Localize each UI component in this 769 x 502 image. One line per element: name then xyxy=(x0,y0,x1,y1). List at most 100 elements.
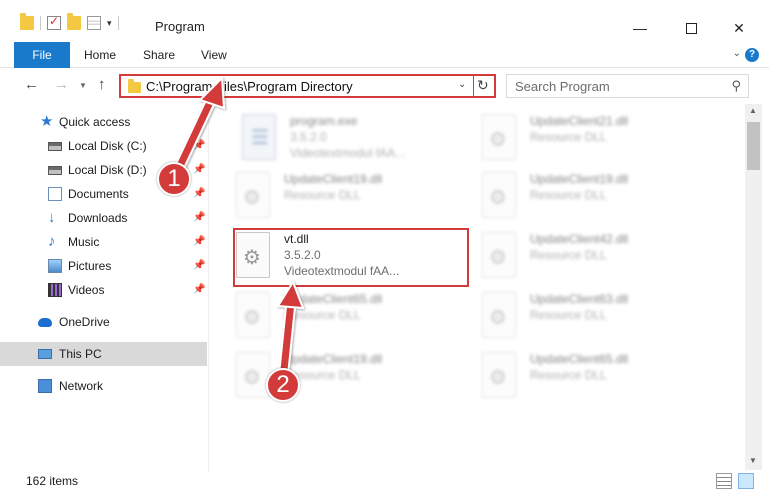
file-item[interactable]: UpdateClient65.dll Resource DLL xyxy=(482,350,722,406)
new-folder-icon[interactable] xyxy=(67,13,81,30)
tab-view[interactable]: View xyxy=(201,42,227,68)
network-icon xyxy=(38,379,52,393)
file-name: UpdateClient65.dll xyxy=(284,292,383,306)
tiles-view-icon[interactable] xyxy=(738,473,754,489)
file-detail: 3.5.2.0 xyxy=(290,130,327,144)
file-name: UpdateClient65.dll xyxy=(530,352,629,366)
minimize-button[interactable]: — xyxy=(617,14,663,42)
sidebar-item-label: Network xyxy=(59,379,104,393)
toolbar-separator xyxy=(117,16,119,30)
dll-file-icon xyxy=(482,292,516,338)
music-icon: ♪ xyxy=(48,233,56,250)
dll-file-icon xyxy=(482,114,516,160)
sidebar-item-label: Local Disk (D:) xyxy=(68,163,147,177)
pin-icon[interactable]: 📌 xyxy=(193,164,205,175)
scrollbar-thumb[interactable] xyxy=(747,122,760,170)
sidebar-item-pictures[interactable]: Pictures 📌 xyxy=(0,254,207,278)
tab-share[interactable]: Share xyxy=(143,42,175,68)
properties-icon[interactable] xyxy=(87,16,101,30)
details-view-icon[interactable] xyxy=(716,473,732,489)
file-item[interactable]: UpdateClient19.dll Resource DLL xyxy=(236,170,476,226)
dll-file-icon xyxy=(482,172,516,218)
pin-icon[interactable]: 📌 xyxy=(193,188,205,199)
documents-icon xyxy=(48,187,62,201)
file-item[interactable]: UpdateClient65.dll Resource DLL xyxy=(236,290,476,346)
file-item-program-exe[interactable]: program.exe 3.5.2.0 Videotextmodul fAA..… xyxy=(242,112,482,168)
file-name: UpdateClient21.dll xyxy=(530,114,629,128)
navigation-bar: ← → ▼ ↑ C:\Program Files\Program Directo… xyxy=(0,70,769,100)
sidebar-item-label: OneDrive xyxy=(59,315,110,329)
cloud-icon xyxy=(38,318,52,327)
pin-icon[interactable]: 📌 xyxy=(193,236,205,247)
item-count: 162 items xyxy=(26,474,79,488)
exe-file-icon xyxy=(242,114,276,160)
properties-check-icon[interactable] xyxy=(47,14,61,30)
search-box[interactable]: Search Program ⚲ xyxy=(506,74,749,98)
computer-icon xyxy=(38,349,52,359)
step-2-badge: 2 xyxy=(266,368,300,402)
file-detail: Resource DLL xyxy=(530,248,607,262)
file-detail: Resource DLL xyxy=(284,188,361,202)
pin-icon[interactable]: 📌 xyxy=(193,212,205,223)
back-arrow-icon[interactable]: ← xyxy=(24,76,39,93)
sidebar-item-label: Pictures xyxy=(68,259,112,273)
file-name: UpdateClient19.dll xyxy=(284,172,383,186)
file-name: UpdateClient42.dll xyxy=(530,232,629,246)
tab-file[interactable]: File xyxy=(14,42,70,68)
forward-arrow-icon[interactable]: → xyxy=(54,76,69,93)
file-name: UpdateClient19.dll xyxy=(284,352,383,366)
toolbar-separator xyxy=(40,16,41,30)
tab-home[interactable]: Home xyxy=(84,42,116,68)
scroll-up-icon[interactable]: ▲ xyxy=(749,106,757,115)
address-path[interactable]: C:\Program Files\Program Directory xyxy=(146,79,353,94)
close-button[interactable]: ✕ xyxy=(716,14,762,42)
maximize-button[interactable] xyxy=(668,14,714,42)
step-1-badge: 1 xyxy=(157,162,191,196)
address-bar[interactable]: C:\Program Files\Program Directory ⌄ ↻ xyxy=(119,74,496,98)
help-icon[interactable]: ? xyxy=(745,48,759,62)
sidebar-item-this-pc[interactable]: This PC xyxy=(0,342,207,366)
sidebar-item-videos[interactable]: Videos 📌 xyxy=(0,278,207,302)
file-name: UpdateClient19.dll xyxy=(530,172,629,186)
sidebar-item-label: Local Disk (C:) xyxy=(68,139,147,153)
sidebar-item-network[interactable]: Network xyxy=(0,374,207,398)
title-bar: ▾ Program — ✕ xyxy=(0,0,769,42)
file-detail: Videotextmodul fAA... xyxy=(290,146,406,160)
file-detail: Resource DLL xyxy=(530,130,607,144)
pin-icon[interactable]: 📌 xyxy=(193,140,205,151)
file-item[interactable]: UpdateClient19.dll Resource DLL xyxy=(482,170,722,226)
file-name: program.exe xyxy=(290,114,358,128)
sidebar-item-label: Downloads xyxy=(68,211,128,225)
sidebar-item-label: Quick access xyxy=(59,115,131,129)
dll-file-icon xyxy=(236,172,270,218)
refresh-icon[interactable]: ↻ xyxy=(477,77,489,94)
vertical-scrollbar[interactable]: ▲ ▼ xyxy=(745,104,762,470)
pin-icon[interactable]: 📌 xyxy=(193,260,205,271)
file-detail: Resource DLL xyxy=(530,368,607,382)
chevron-down-icon[interactable]: ⌄ xyxy=(733,48,741,59)
file-item[interactable]: UpdateClient42.dll Resource DLL xyxy=(482,230,722,286)
ribbon-tabs: File Home Share View ⌄ ? xyxy=(0,42,769,68)
sidebar-item-downloads[interactable]: ↓ Downloads 📌 xyxy=(0,206,207,230)
sidebar-item-onedrive[interactable]: OneDrive xyxy=(0,310,207,334)
sidebar-item-local-disk-c[interactable]: Local Disk (C:) 📌 xyxy=(0,134,207,158)
search-input[interactable]: Search Program xyxy=(515,79,610,94)
file-detail: Resource DLL xyxy=(530,308,607,322)
file-detail: Resource DLL xyxy=(284,308,361,322)
qat-dropdown-icon[interactable]: ▾ xyxy=(107,18,112,29)
recent-locations-icon[interactable]: ▼ xyxy=(79,81,87,90)
file-item[interactable]: UpdateClient63.dll Resource DLL xyxy=(482,290,722,346)
sidebar-item-music[interactable]: ♪ Music 📌 xyxy=(0,230,207,254)
up-arrow-icon[interactable]: ↑ xyxy=(98,76,106,93)
chevron-down-icon[interactable]: ⌄ xyxy=(458,79,466,90)
file-detail: Resource DLL xyxy=(530,188,607,202)
file-item[interactable]: UpdateClient21.dll Resource DLL xyxy=(482,112,722,168)
sidebar-item-label: Videos xyxy=(68,283,105,297)
sidebar-item-quick-access[interactable]: ★ Quick access xyxy=(0,110,207,134)
folder-icon xyxy=(20,13,34,30)
pin-icon[interactable]: 📌 xyxy=(193,284,205,295)
sidebar-item-label: Documents xyxy=(68,187,129,201)
scroll-down-icon[interactable]: ▼ xyxy=(749,456,757,465)
disk-icon xyxy=(48,142,62,151)
search-icon[interactable]: ⚲ xyxy=(731,78,741,94)
